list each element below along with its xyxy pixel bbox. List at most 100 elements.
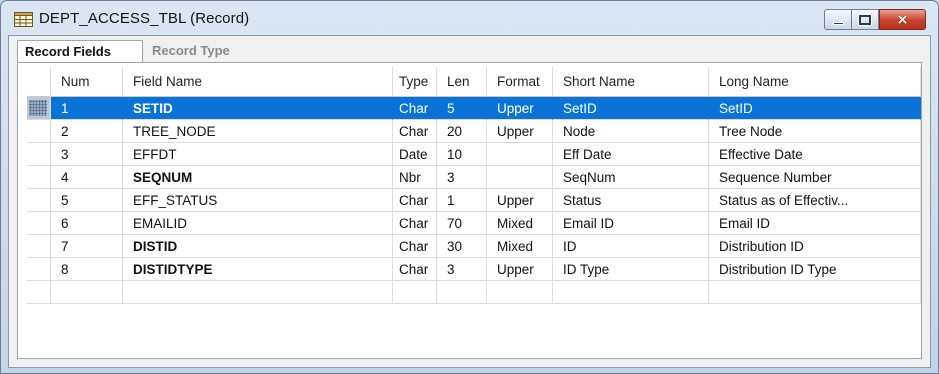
cell-num[interactable]: 6 xyxy=(51,212,123,235)
minimize-icon xyxy=(832,21,844,25)
cell-len[interactable]: 1 xyxy=(437,189,487,212)
cell-num[interactable]: 2 xyxy=(51,120,123,143)
row-selector[interactable] xyxy=(27,166,51,189)
cell-long-name[interactable]: Distribution ID Type xyxy=(709,258,921,281)
table-row[interactable]: 3 EFFDT Date 10 Eff Date Effective Date xyxy=(27,143,921,166)
table-row[interactable]: 2 TREE_NODE Char 20 Upper Node Tree Node xyxy=(27,120,921,143)
cell-short-name[interactable]: Eff Date xyxy=(553,143,709,166)
cell-field-name[interactable]: EFFDT xyxy=(123,143,393,166)
maximize-icon xyxy=(858,13,872,26)
tab-record-type[interactable]: Record Type xyxy=(145,40,237,62)
cell-type[interactable]: Char xyxy=(393,189,437,212)
cell-format[interactable] xyxy=(487,143,553,166)
cell-num[interactable]: 1 xyxy=(51,97,123,120)
cell-len[interactable]: 5 xyxy=(437,97,487,120)
row-selector-header xyxy=(27,67,51,97)
cell-format[interactable] xyxy=(487,166,553,189)
cell-long-name[interactable]: SetID xyxy=(709,97,921,120)
cell-type[interactable]: Char xyxy=(393,120,437,143)
cell-format[interactable]: Mixed xyxy=(487,235,553,258)
row-selected-indicator-icon xyxy=(29,100,47,116)
row-selector[interactable] xyxy=(27,258,51,281)
row-selector[interactable] xyxy=(27,235,51,258)
row-selector[interactable] xyxy=(27,97,51,120)
cell-field-name[interactable]: DISTID xyxy=(123,235,393,258)
minimize-button[interactable] xyxy=(824,9,852,30)
column-header-num[interactable]: Num xyxy=(51,67,123,97)
empty-cell xyxy=(487,281,553,304)
cell-short-name[interactable]: Status xyxy=(553,189,709,212)
cell-short-name[interactable]: SetID xyxy=(553,97,709,120)
column-header-len[interactable]: Len xyxy=(437,67,487,97)
cell-short-name[interactable]: SeqNum xyxy=(553,166,709,189)
cell-field-name[interactable]: SETID xyxy=(123,97,393,120)
column-header-long-name[interactable]: Long Name xyxy=(709,67,921,97)
cell-long-name[interactable]: Email ID xyxy=(709,212,921,235)
close-icon: × xyxy=(896,11,909,28)
cell-len[interactable]: 10 xyxy=(437,143,487,166)
cell-num[interactable]: 7 xyxy=(51,235,123,258)
cell-type[interactable]: Char xyxy=(393,97,437,120)
cell-num[interactable]: 3 xyxy=(51,143,123,166)
empty-cell xyxy=(709,281,921,304)
row-selector[interactable] xyxy=(27,143,51,166)
cell-len[interactable]: 3 xyxy=(437,258,487,281)
cell-num[interactable]: 5 xyxy=(51,189,123,212)
cell-short-name[interactable]: Email ID xyxy=(553,212,709,235)
cell-long-name[interactable]: Sequence Number xyxy=(709,166,921,189)
empty-cell xyxy=(27,281,51,304)
cell-format[interactable]: Upper xyxy=(487,97,553,120)
title-bar[interactable]: DEPT_ACCESS_TBL (Record) × xyxy=(1,1,938,35)
cell-format[interactable]: Upper xyxy=(487,120,553,143)
table-row[interactable]: 8 DISTIDTYPE Char 3 Upper ID Type Distribution… xyxy=(27,258,921,281)
cell-field-name[interactable]: EFF_STATUS xyxy=(123,189,393,212)
cell-type[interactable]: Char xyxy=(393,258,437,281)
cell-field-name[interactable]: DISTIDTYPE xyxy=(123,258,393,281)
cell-long-name[interactable]: Tree Node xyxy=(709,120,921,143)
column-header-format[interactable]: Format xyxy=(487,67,553,97)
empty-table-row xyxy=(27,281,921,304)
record-fields-grid[interactable]: Num Field Name Type Len Format Short Nam… xyxy=(17,62,922,359)
close-button[interactable]: × xyxy=(879,9,926,30)
table-row[interactable]: 4 SEQNUM Nbr 3 SeqNum Sequence Number xyxy=(27,166,921,189)
column-header-field-name[interactable]: Field Name xyxy=(123,67,393,97)
cell-num[interactable]: 4 xyxy=(51,166,123,189)
cell-long-name[interactable]: Status as of Effectiv... xyxy=(709,189,921,212)
cell-type[interactable]: Char xyxy=(393,212,437,235)
table-row[interactable]: 1 SETID Char 5 Upper SetID SetID xyxy=(27,97,921,120)
record-window: DEPT_ACCESS_TBL (Record) × Record Fields… xyxy=(0,0,939,374)
table-row[interactable]: 7 DISTID Char 30 Mixed ID Distribution ID xyxy=(27,235,921,258)
cell-num[interactable]: 8 xyxy=(51,258,123,281)
window-title: DEPT_ACCESS_TBL (Record) xyxy=(39,10,250,27)
cell-len[interactable]: 30 xyxy=(437,235,487,258)
cell-short-name[interactable]: ID Type xyxy=(553,258,709,281)
maximize-button[interactable] xyxy=(852,9,879,30)
row-selector[interactable] xyxy=(27,120,51,143)
cell-format[interactable]: Upper xyxy=(487,258,553,281)
cell-field-name[interactable]: TREE_NODE xyxy=(123,120,393,143)
empty-cell xyxy=(51,281,123,304)
empty-cell xyxy=(123,281,393,304)
column-header-type[interactable]: Type xyxy=(393,67,437,97)
tab-record-fields[interactable]: Record Fields xyxy=(17,40,143,63)
cell-short-name[interactable]: Node xyxy=(553,120,709,143)
cell-short-name[interactable]: ID xyxy=(553,235,709,258)
row-selector[interactable] xyxy=(27,212,51,235)
table-row[interactable]: 6 EMAILID Char 70 Mixed Email ID Email ID xyxy=(27,212,921,235)
cell-type[interactable]: Nbr xyxy=(393,166,437,189)
cell-long-name[interactable]: Effective Date xyxy=(709,143,921,166)
cell-format[interactable]: Upper xyxy=(487,189,553,212)
cell-field-name[interactable]: SEQNUM xyxy=(123,166,393,189)
table-row[interactable]: 5 EFF_STATUS Char 1 Upper Status Status as of … xyxy=(27,189,921,212)
cell-type[interactable]: Char xyxy=(393,235,437,258)
row-selector[interactable] xyxy=(27,189,51,212)
cell-type[interactable]: Date xyxy=(393,143,437,166)
cell-len[interactable]: 70 xyxy=(437,212,487,235)
cell-long-name[interactable]: Distribution ID xyxy=(709,235,921,258)
cell-format[interactable]: Mixed xyxy=(487,212,553,235)
cell-len[interactable]: 3 xyxy=(437,166,487,189)
client-area: Record Fields Record Type Num Field Name… xyxy=(8,35,931,368)
column-header-short-name[interactable]: Short Name xyxy=(553,67,709,97)
cell-len[interactable]: 20 xyxy=(437,120,487,143)
cell-field-name[interactable]: EMAILID xyxy=(123,212,393,235)
